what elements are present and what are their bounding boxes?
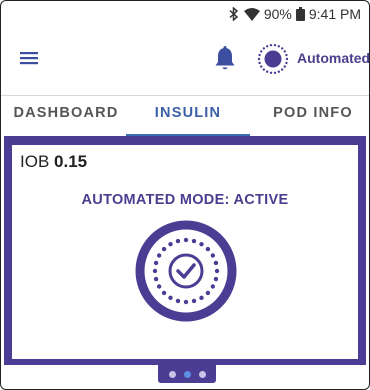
app-bar: Automated	[1, 39, 369, 79]
phone-screen: 90% 9:41 PM Automated DASHBOARD INSULIN …	[0, 0, 370, 390]
page-dot[interactable]	[168, 370, 176, 378]
mode-panel: AUTOMATED MODE: ACTIVE	[12, 179, 358, 359]
battery-percent: 90%	[263, 6, 292, 22]
iob-bar: IOB 0.15	[12, 145, 358, 180]
status-time: 9:41 PM	[308, 6, 361, 22]
automated-mode-icon[interactable]	[256, 42, 290, 76]
iob-value: 0.15	[54, 152, 88, 171]
bell-icon[interactable]	[213, 45, 237, 73]
mode-status-text: AUTOMATED MODE: ACTIVE	[81, 192, 289, 208]
tab-dashboard[interactable]: DASHBOARD	[11, 96, 121, 136]
page-indicator	[158, 365, 216, 383]
tab-insulin[interactable]: INSULIN	[126, 96, 250, 136]
iob-display: IOB 0.15	[20, 152, 87, 172]
automated-mode-active-icon	[134, 219, 238, 323]
battery-icon	[295, 7, 305, 21]
insulin-card: IOB 0.15 AUTOMATED MODE: ACTIVE	[4, 136, 366, 365]
mode-label[interactable]: Automated	[297, 50, 369, 66]
wifi-icon	[243, 7, 260, 21]
tab-pod-info[interactable]: POD INFO	[263, 96, 363, 136]
bluetooth-icon	[228, 7, 240, 21]
page-dot[interactable]	[183, 370, 191, 378]
menu-icon[interactable]	[18, 47, 40, 69]
page-dot[interactable]	[198, 370, 206, 378]
iob-label: IOB	[20, 152, 50, 171]
status-bar: 90% 9:41 PM	[1, 1, 369, 27]
tab-bar: DASHBOARD INSULIN POD INFO	[1, 95, 369, 138]
